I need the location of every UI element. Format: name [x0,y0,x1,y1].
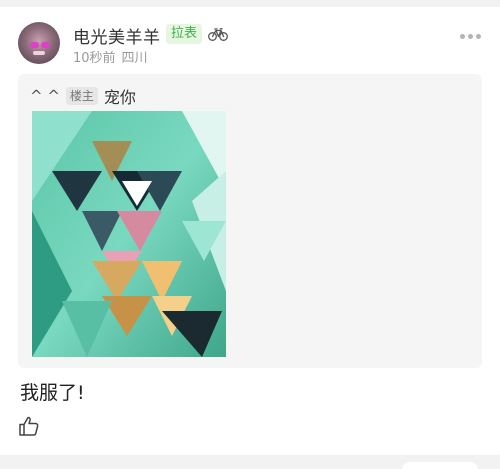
quote-header: ^ ^ 楼主 宠你 [30,84,136,107]
post-content: 我服了! [20,382,85,404]
post-header: 电光美羊羊 拉表 10秒前 四川 [18,20,482,66]
username[interactable]: 电光美羊羊 [73,23,161,48]
avatar-eye-left [30,42,39,48]
avatar[interactable] [18,22,60,64]
post-time: 10秒前 [73,51,116,66]
quoted-post[interactable]: ^ ^ 楼主 宠你 [18,74,482,368]
avatar-eye-right [41,42,50,48]
top-divider [0,0,500,7]
op-tag: 楼主 [65,87,98,105]
post-location: 四川 [121,51,148,66]
quote-text: 宠你 [103,88,136,107]
post-meta: 10秒前 四川 [73,47,148,66]
avatar-mouth [33,51,45,55]
level-badge: 拉表 [166,24,203,44]
bottom-input-pill[interactable] [402,462,478,469]
thumbs-up-icon[interactable] [18,415,40,437]
more-dots-icon[interactable] [460,34,482,40]
quoted-image[interactable] [32,111,226,357]
bicycle-icon [208,28,228,41]
quote-username[interactable]: ^ ^ [30,87,60,105]
